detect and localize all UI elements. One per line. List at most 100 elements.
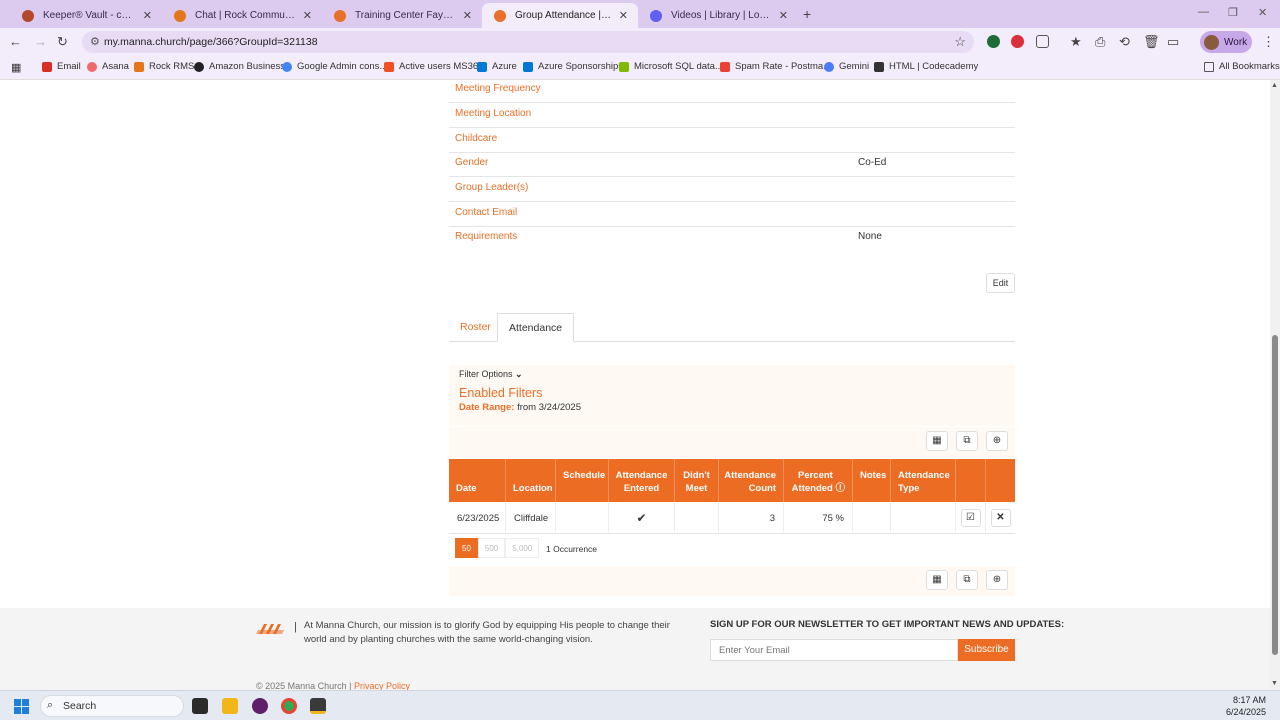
detail-label: Childcare [455, 133, 498, 144]
grid-actions-bottom: ▦ ⧉ ⊕ [449, 566, 1015, 596]
detail-label: Meeting Frequency [455, 83, 541, 94]
loom-favicon-icon [650, 9, 662, 22]
close-window-icon[interactable]: ✕ [1258, 6, 1267, 19]
sidepanel-icon[interactable]: ▭ [1167, 34, 1179, 50]
column-header-didnt-meet[interactable]: Didn't Meet [675, 459, 719, 502]
browser-tab-keeper[interactable]: Keeper® Vault - carrie.daws@m ✕ [10, 3, 162, 28]
info-icon[interactable]: ⓘ [835, 482, 845, 495]
history-icon[interactable]: ⟲ [1119, 34, 1130, 50]
open-occurrence-icon[interactable]: ☑ [960, 509, 981, 527]
merge-template-icon[interactable]: ⧉ [956, 570, 978, 590]
print-icon[interactable]: ⎙ [1095, 34, 1105, 50]
column-header-schedule[interactable]: Schedule [556, 459, 609, 502]
browser-tab-training[interactable]: Training Center Fayetteville | Ro ✕ [322, 3, 482, 28]
page-scrollbar[interactable]: ▲ ▼ [1270, 80, 1280, 690]
browser-tab-loom[interactable]: Videos | Library | Loom ✕ [638, 3, 798, 28]
cell-date: 6/23/2025 [449, 502, 506, 534]
grid-actions-top: ▦ ⧉ ⊕ [449, 427, 1015, 457]
menu-kebab-icon[interactable]: ⋮ [1262, 34, 1275, 50]
checkmark-icon: ✔ [609, 502, 675, 534]
new-tab-icon[interactable]: + [803, 6, 811, 22]
page-size-500[interactable]: 500 [477, 538, 506, 558]
forward-icon[interactable]: → [34, 34, 47, 49]
close-tab-icon[interactable]: ✕ [143, 9, 152, 22]
file-explorer-icon[interactable] [222, 698, 238, 714]
tab-attendance[interactable]: Attendance [497, 313, 575, 342]
tab-roster[interactable]: Roster [449, 313, 502, 342]
close-tab-icon[interactable]: ✕ [779, 9, 788, 22]
detail-value: None [858, 231, 882, 242]
close-tab-icon[interactable]: ✕ [303, 9, 312, 22]
site-info-icon[interactable]: ⚙ [90, 35, 100, 48]
chrome-icon[interactable] [281, 698, 297, 714]
table-row[interactable]: 6/23/2025 Cliffdale ✔ 3 75 % ☑ ✕ [449, 502, 1015, 534]
close-tab-icon[interactable]: ✕ [463, 9, 472, 22]
bookmark-star-icon[interactable]: ☆ [954, 34, 966, 50]
detail-label: Meeting Location [455, 108, 532, 119]
privacy-policy-link[interactable]: Privacy Policy [354, 681, 410, 690]
column-header-attendance-entered[interactable]: Attendance Entered [609, 459, 675, 502]
bookmark-azure[interactable]: Azure [477, 61, 517, 72]
detail-row-group-leaders: Group Leader(s) [449, 177, 1015, 202]
edit-button[interactable]: Edit [986, 273, 1015, 293]
bookmark-codecademy[interactable]: HTML | Codecademy [874, 61, 978, 72]
reload-icon[interactable]: ↻ [57, 34, 68, 50]
newsletter-email-input[interactable]: Enter Your Email [710, 639, 958, 661]
subscribe-button[interactable]: Subscribe [958, 639, 1015, 661]
scroll-up-icon[interactable]: ▲ [1271, 82, 1278, 89]
detail-label: Contact Email [455, 207, 518, 218]
add-icon[interactable]: ⊕ [986, 431, 1008, 451]
extension-icon[interactable] [1011, 35, 1024, 48]
scrollbar-thumb[interactable] [1272, 335, 1278, 655]
system-clock[interactable]: 8:17 AM 6/24/2025 [1220, 694, 1266, 718]
browser-tab-rock-chat[interactable]: Chat | Rock Community ✕ [162, 3, 322, 28]
task-view-icon[interactable] [192, 698, 208, 714]
extension-icon[interactable] [987, 35, 1000, 48]
merge-template-icon[interactable]: ⧉ [956, 431, 978, 451]
bookmark-amazon-business[interactable]: Amazon Business [194, 61, 285, 72]
column-header-attendance-type[interactable]: Attendance Type [891, 459, 956, 502]
page-size-50[interactable]: 50 [455, 538, 478, 558]
apps-grid-icon[interactable]: ▦ [11, 61, 21, 74]
address-bar[interactable]: ⚙ my.manna.church/page/366?GroupId=32113… [82, 31, 974, 53]
browser-tab-group-attendance[interactable]: Group Attendance | My.Manna ✕ [482, 3, 638, 28]
close-tab-icon[interactable]: ✕ [619, 9, 628, 22]
bookmark-active-users[interactable]: Active users MS365 [384, 61, 483, 72]
taskbar-search[interactable]: ⌕ Search [40, 695, 184, 717]
minimize-icon[interactable]: — [1198, 6, 1209, 18]
bookmark-sql[interactable]: Microsoft SQL data... [619, 61, 723, 72]
windows-start-icon[interactable] [14, 699, 29, 714]
page-size-selector: 50 500 5,000 [455, 538, 540, 558]
column-header-location[interactable]: Location [506, 459, 556, 502]
bookmark-rock-rms[interactable]: Rock RMS [134, 61, 194, 72]
column-header-notes[interactable]: Notes [853, 459, 891, 502]
profile-label: Work [1224, 36, 1248, 48]
profile-button[interactable]: Work [1200, 31, 1252, 53]
filter-options-toggle[interactable]: Filter Options ⌄ [459, 369, 523, 380]
column-header-date[interactable]: Date [449, 459, 506, 502]
delete-icon[interactable]: 🗑 [1143, 34, 1160, 50]
bookmark-azure-sponsorships[interactable]: Azure Sponsorships [523, 61, 623, 72]
bookmark-email[interactable]: Email [42, 61, 81, 72]
sticky-notes-icon[interactable] [310, 698, 326, 714]
bookmark-google-admin[interactable]: Google Admin cons... [282, 61, 387, 72]
cell-location: Cliffdale [506, 502, 556, 534]
slack-icon[interactable] [252, 698, 268, 714]
column-header-attendance-count[interactable]: Attendance Count [719, 459, 784, 502]
bookmark-spam-rate[interactable]: Spam Rate - Postma... [720, 61, 831, 72]
page-size-5000[interactable]: 5,000 [505, 538, 540, 558]
bookmark-gemini[interactable]: Gemini [824, 61, 869, 72]
column-header-action [956, 459, 986, 502]
all-bookmarks[interactable]: All Bookmarks [1204, 61, 1280, 72]
add-icon[interactable]: ⊕ [986, 570, 1008, 590]
scroll-down-icon[interactable]: ▼ [1271, 680, 1278, 687]
delete-icon[interactable]: ✕ [990, 509, 1011, 527]
extensions-puzzle-icon[interactable] [1036, 35, 1049, 48]
back-icon[interactable]: ← [9, 34, 22, 49]
excel-export-icon[interactable]: ▦ [926, 570, 948, 590]
bookmark-asana[interactable]: Asana [87, 61, 129, 72]
column-header-percent-attended[interactable]: Percent Attended ⓘ [784, 459, 853, 502]
bookmarks-icon[interactable]: ★ [1070, 34, 1082, 50]
excel-export-icon[interactable]: ▦ [926, 431, 948, 451]
restore-icon[interactable]: ❐ [1228, 6, 1238, 19]
